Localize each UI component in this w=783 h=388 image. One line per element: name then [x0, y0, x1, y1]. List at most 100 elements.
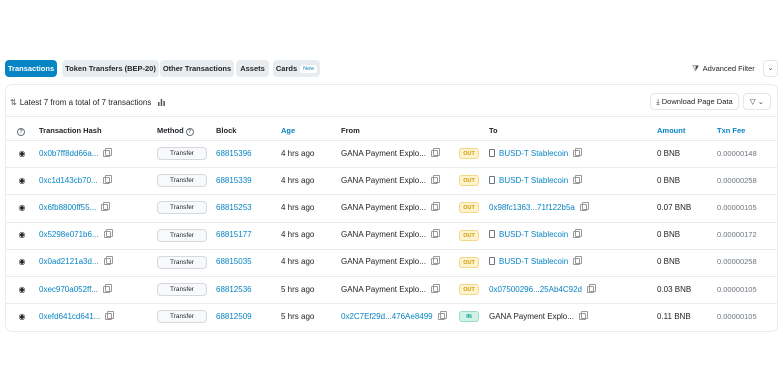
- eye-icon[interactable]: ◉: [15, 255, 29, 269]
- tab-label: Assets: [240, 64, 265, 73]
- eye-icon[interactable]: ◉: [15, 310, 29, 324]
- block-link[interactable]: 68815396: [216, 148, 252, 160]
- txn-fee-cell: 0.00000105: [717, 284, 757, 294]
- advanced-filter-button[interactable]: ⧩ Advanced Filter: [692, 61, 762, 76]
- eye-icon[interactable]: ◉: [15, 283, 29, 297]
- column-header-age[interactable]: Age: [281, 126, 295, 136]
- txn-fee-cell: 0.00000105: [717, 202, 757, 212]
- method-badge: Transfer: [157, 228, 207, 242]
- copy-icon[interactable]: [430, 256, 440, 266]
- tx-hash-link[interactable]: 0x0ad2121a3d...: [39, 257, 99, 266]
- block-link[interactable]: 68812536: [216, 284, 252, 296]
- to-address[interactable]: BUSD-T Stablecoin: [499, 149, 568, 158]
- tx-hash-cell: 0x0b7ff8dd66a...: [39, 147, 113, 160]
- copy-icon[interactable]: [430, 147, 440, 157]
- from-address[interactable]: 0x2C7Ef29d...476Ae8499: [341, 312, 433, 321]
- chevron-down-icon: ⌄: [757, 97, 765, 106]
- tx-hash-link[interactable]: 0x5298e071b6...: [39, 230, 99, 239]
- to-address[interactable]: 0x98fc1363...71f122b5a: [489, 203, 575, 212]
- to-address[interactable]: 0x07500296...25Ab4C92d: [489, 285, 582, 294]
- transactions-summary: ⇅ Latest 7 from a total of 7 transactions: [10, 97, 165, 108]
- row-divider: [6, 303, 777, 305]
- copy-icon[interactable]: [101, 201, 111, 211]
- to-cell: GANA Payment Explo...: [489, 310, 588, 323]
- block-link[interactable]: 68815177: [216, 229, 252, 241]
- tx-hash-link[interactable]: 0xefd641cd641...: [39, 312, 100, 321]
- to-cell: BUSD-T Stablecoin: [489, 147, 583, 160]
- copy-icon[interactable]: [430, 283, 440, 293]
- copy-icon[interactable]: [103, 256, 113, 266]
- from-address: GANA Payment Explo...: [341, 257, 426, 267]
- copy-icon[interactable]: [578, 310, 588, 320]
- from-cell: GANA Payment Explo...: [341, 174, 440, 187]
- copy-icon[interactable]: [105, 310, 115, 320]
- eye-icon[interactable]: ◉: [15, 147, 29, 161]
- eye-icon[interactable]: ◉: [15, 228, 29, 242]
- from-address: GANA Payment Explo...: [341, 202, 426, 212]
- help-icon[interactable]: ?: [185, 128, 194, 136]
- txn-fee-cell: 0.00000258: [717, 175, 757, 185]
- tx-hash-link[interactable]: 0xc1d143cb70...: [39, 176, 98, 185]
- new-badge: New: [300, 65, 318, 73]
- copy-icon[interactable]: [430, 201, 440, 211]
- copy-icon[interactable]: [430, 174, 440, 184]
- to-address[interactable]: BUSD-T Stablecoin: [499, 176, 568, 185]
- advanced-filter-dropdown[interactable]: ⌄: [763, 60, 778, 77]
- amount-cell: 0 BNB: [657, 175, 681, 185]
- tx-hash-link[interactable]: 0xec970a052ff...: [39, 285, 98, 294]
- copy-icon[interactable]: [586, 283, 596, 293]
- to-address[interactable]: BUSD-T Stablecoin: [499, 257, 568, 266]
- column-header-amount[interactable]: Amount: [657, 126, 685, 136]
- tx-hash-cell: 0x5298e071b6...: [39, 229, 113, 241]
- tab-other-transactions[interactable]: Other Transactions: [160, 60, 234, 77]
- from-address: GANA Payment Explo...: [341, 148, 426, 158]
- column-filter-button[interactable]: ▽ ⌄: [743, 93, 771, 110]
- from-address: GANA Payment Explo...: [341, 175, 426, 185]
- copy-icon[interactable]: [579, 201, 589, 211]
- row-divider: [6, 276, 777, 277]
- tx-hash-link[interactable]: 0x0b7ff8dd66a...: [39, 149, 98, 158]
- info-header-icon: ?: [17, 126, 25, 136]
- advanced-filter-label: Advanced Filter: [702, 64, 755, 73]
- row-divider: [6, 248, 777, 250]
- block-link[interactable]: 68812509: [216, 311, 252, 323]
- copy-icon[interactable]: [573, 229, 583, 239]
- tx-hash-link[interactable]: 0x6fb8800ff55...: [39, 203, 96, 212]
- to-cell: 0x07500296...25Ab4C92d: [489, 283, 596, 296]
- tab-token-transfers[interactable]: Token Transfers (BEP-20): [62, 60, 159, 77]
- tabs-bar: Transactions Token Transfers (BEP-20) Ot…: [5, 60, 778, 79]
- row-divider: [6, 167, 777, 169]
- block-link[interactable]: 68815035: [216, 256, 252, 268]
- sort-icon: ⇅: [10, 98, 17, 107]
- bar-chart-icon[interactable]: [157, 99, 165, 106]
- copy-icon[interactable]: [430, 229, 440, 239]
- block-link[interactable]: 68815339: [216, 175, 252, 187]
- from-cell: GANA Payment Explo...: [341, 201, 440, 214]
- column-header-fee[interactable]: Txn Fee: [717, 126, 745, 136]
- amount-cell: 0.07 BNB: [657, 202, 692, 212]
- copy-icon[interactable]: [102, 174, 112, 184]
- row-divider: [6, 221, 777, 223]
- tab-cards[interactable]: Cards New: [273, 60, 320, 77]
- eye-icon[interactable]: ◉: [15, 174, 29, 188]
- age-cell: 4 hrs ago: [281, 202, 315, 212]
- copy-icon[interactable]: [103, 283, 113, 293]
- copy-icon[interactable]: [573, 174, 583, 184]
- eye-icon[interactable]: ◉: [15, 201, 29, 215]
- contract-icon: [489, 257, 495, 266]
- to-address[interactable]: BUSD-T Stablecoin: [499, 230, 568, 239]
- direction-badge: OUT: [459, 175, 479, 187]
- copy-icon[interactable]: [103, 147, 113, 157]
- tab-transactions[interactable]: Transactions: [5, 60, 57, 77]
- copy-icon[interactable]: [103, 229, 113, 239]
- from-cell: GANA Payment Explo...: [341, 229, 440, 241]
- download-page-data-button[interactable]: ⤓ Download Page Data: [650, 93, 739, 110]
- block-link[interactable]: 68815253: [216, 202, 252, 214]
- tab-assets[interactable]: Assets: [236, 60, 269, 77]
- tab-label: Other Transactions: [162, 64, 232, 73]
- copy-icon[interactable]: [573, 256, 583, 266]
- copy-icon[interactable]: [573, 147, 583, 157]
- contract-icon: [489, 148, 495, 157]
- copy-icon[interactable]: [437, 310, 447, 320]
- method-badge: Transfer: [157, 201, 207, 215]
